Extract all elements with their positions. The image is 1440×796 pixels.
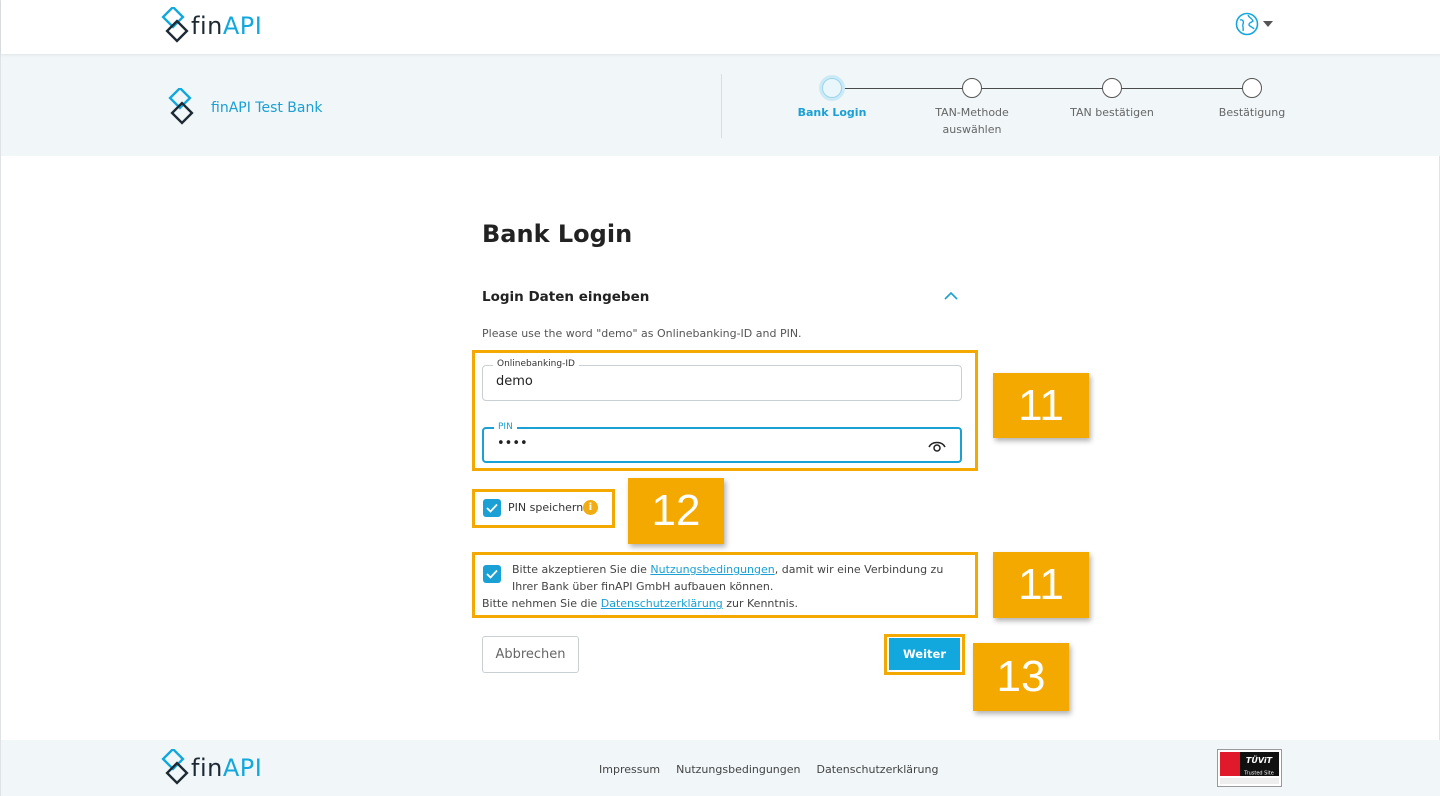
bank-name: finAPI Test Bank [211,100,323,116]
step-label: TAN-Methode auswählen [935,106,1009,136]
step-tan-confirm: TAN bestätigen [1067,78,1157,121]
finapi-logo-icon [161,7,189,43]
step-tan-method: TAN-Methode auswählen [927,78,1017,138]
login-hint: Please use the word "demo" as Onlinebank… [482,327,802,340]
step-label: Bank Login [797,106,867,119]
globe-icon [1235,12,1259,36]
progress-stepper: Bank Login TAN-Methode auswählen TAN bes… [791,78,1291,148]
annotation-badge: 13 [973,643,1069,711]
highlight-login-fields [472,350,978,471]
finapi-logo-icon [161,749,189,785]
step-dot [962,78,982,98]
tuvit-seal-image: TÜViT Trusted Site [1220,752,1279,784]
step-confirmation: Bestätigung [1207,78,1297,121]
highlight-terms [472,552,978,618]
top-bar: finAPI [1,0,1440,54]
step-bank-login: Bank Login [787,78,877,121]
divider [721,74,722,138]
footer-link-impressum[interactable]: Impressum [599,763,660,776]
footer: finAPI Impressum Nutzungsbedingungen Dat… [1,740,1440,796]
stepper-line [831,88,1251,89]
step-dot [1102,78,1122,98]
svg-text:TÜViT: TÜViT [1246,755,1273,765]
chevron-up-icon[interactable] [943,290,959,302]
footer-links: Impressum Nutzungsbedingungen Datenschut… [599,763,938,776]
step-label: TAN bestätigen [1070,106,1154,119]
logo-fin: fin [191,754,223,782]
footer-link-terms[interactable]: Nutzungsbedingungen [676,763,800,776]
logo-fin: fin [191,12,223,40]
bank-logo-icon [168,88,194,125]
cancel-button[interactable]: Abbrechen [482,636,579,673]
svg-text:Trusted Site: Trusted Site [1243,771,1274,777]
bank-info: finAPI Test Bank [167,88,322,128]
logo-api: API [222,754,263,782]
step-dot [1242,78,1262,98]
chevron-down-icon [1263,21,1273,27]
tuvit-seal: TÜViT Trusted Site [1217,749,1282,787]
highlight-save-pin [472,489,615,528]
bank-band: finAPI Test Bank Bank Login TAN-Methode … [1,54,1440,156]
section-title: Login Daten eingeben [482,289,650,305]
finapi-logo[interactable]: finAPI [161,7,262,45]
highlight-next-button [884,634,965,675]
logo-api: API [222,12,263,40]
footer-finapi-logo[interactable]: finAPI [161,749,262,787]
footer-link-privacy[interactable]: Datenschutzerklärung [817,763,939,776]
step-label: Bestätigung [1218,106,1286,119]
annotation-badge: 11 [993,552,1089,618]
step-dot [822,78,842,98]
annotation-badge: 12 [628,478,724,544]
annotation-badge: 11 [993,373,1089,438]
page-title: Bank Login [482,220,633,248]
language-selector[interactable] [1235,12,1273,36]
